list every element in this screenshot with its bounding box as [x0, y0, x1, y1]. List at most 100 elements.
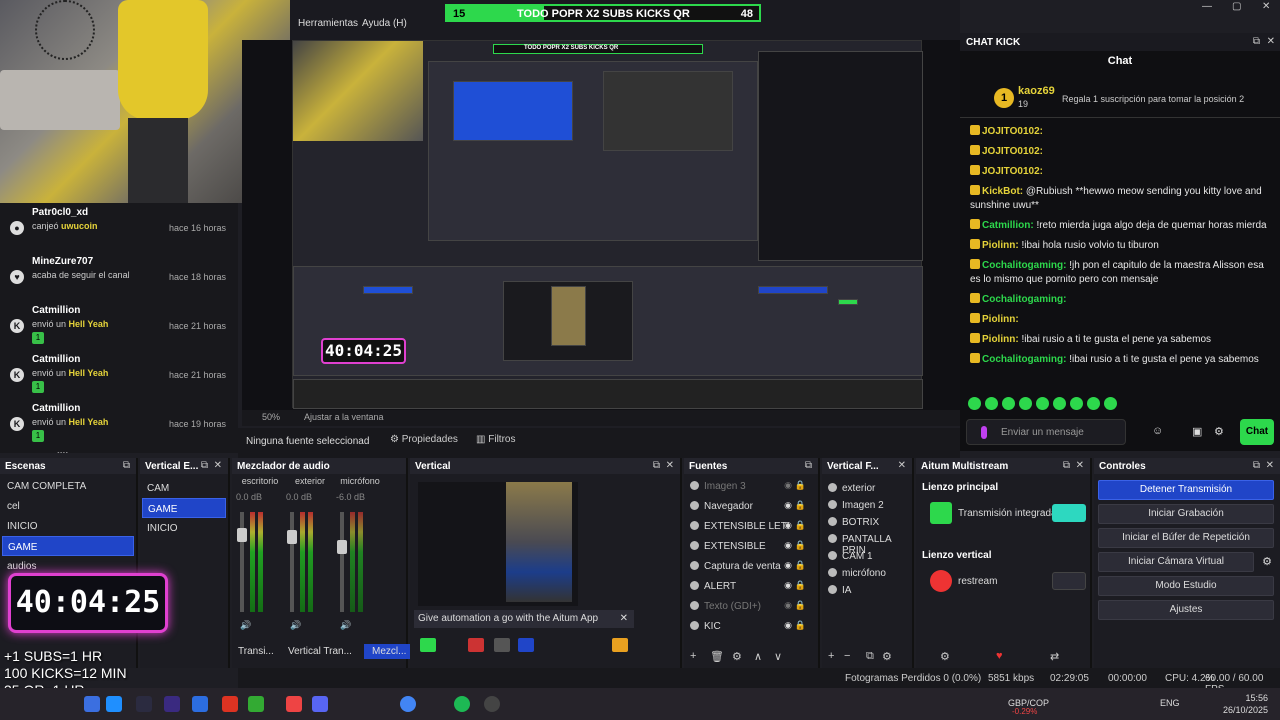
source-item[interactable]: Texto (GDI+) ◉ 🔒	[684, 596, 818, 616]
chat-username[interactable]: KickBot:	[982, 186, 1023, 197]
chat-username[interactable]: Piolinn:	[982, 240, 1019, 251]
chat-username[interactable]: JOJITO0102:	[982, 146, 1043, 157]
control-button[interactable]: Detener Transmisión	[1098, 480, 1274, 500]
source-item[interactable]: Imagen 3 ◉ 🔒	[684, 476, 818, 496]
chat-send-button[interactable]: Chat	[1240, 419, 1274, 445]
dock-tab[interactable]: Vertical Tran...	[288, 646, 352, 657]
close-icon[interactable]: ✕	[666, 460, 674, 471]
eye-icon[interactable]: ◉	[784, 540, 792, 551]
lock-icon[interactable]: 🔒	[795, 520, 806, 531]
source-item[interactable]: Navegador ◉ 🔒	[684, 496, 818, 516]
chat-username[interactable]: JOJITO0102:	[982, 166, 1043, 177]
chat-username[interactable]: Piolinn:	[982, 314, 1019, 325]
output-toggle[interactable]	[1052, 504, 1086, 522]
vertical-canvas[interactable]	[418, 482, 578, 606]
eye-icon[interactable]: ◉	[784, 580, 792, 591]
vertical-scene-item[interactable]: CAM	[142, 478, 226, 498]
eye-icon[interactable]: ◉	[784, 560, 792, 571]
control-button[interactable]: Modo Estudio	[1098, 576, 1274, 596]
volume-fader[interactable]	[240, 512, 244, 612]
minimize-icon[interactable]: —	[1202, 1, 1212, 12]
app-icon[interactable]	[222, 696, 238, 712]
chat-username[interactable]: Piolinn:	[982, 334, 1019, 345]
control-button[interactable]: Ajustes	[1098, 600, 1274, 620]
dock-tab[interactable]: Mezcl...	[364, 644, 415, 659]
language[interactable]: ENG	[1160, 698, 1180, 708]
menu-herramientas[interactable]: Herramientas	[298, 18, 358, 29]
lock-icon[interactable]: 🔒	[795, 540, 806, 551]
vertical-scene-item[interactable]: INICIO	[142, 518, 226, 538]
scene-item[interactable]: cel	[2, 496, 134, 516]
program-preview[interactable]: TODO POPR X2 SUBS KICKS QR 40:04:25	[242, 40, 960, 410]
app-icon[interactable]	[312, 696, 328, 712]
settings-icon[interactable]: ⚙	[1262, 555, 1272, 568]
share-icon[interactable]: ⇄	[1050, 650, 1059, 663]
properties-button[interactable]: ⚙ Propiedades	[390, 434, 458, 445]
speaker-icon[interactable]: 🔊	[340, 620, 351, 631]
eye-icon[interactable]: ◉	[784, 620, 792, 631]
control-button[interactable]: Iniciar el Búfer de Repetición	[1098, 528, 1274, 548]
settings-icon[interactable]: ⚙	[940, 650, 950, 663]
source-item[interactable]: EXTENSIBLE ◉ 🔒	[684, 536, 818, 556]
close-icon[interactable]: ✕	[1076, 460, 1084, 471]
menu-ayuda[interactable]: Ayuda (H)	[362, 18, 407, 29]
lock-icon[interactable]: 🔒	[795, 580, 806, 591]
close-icon[interactable]: ✕	[1262, 1, 1270, 12]
undock-icon[interactable]: ⧉	[123, 460, 130, 471]
gift-icon[interactable]: ▣	[1192, 425, 1202, 438]
maximize-icon[interactable]: ▢	[1232, 1, 1241, 12]
vertical-scene-item[interactable]: GAME	[142, 498, 226, 518]
chat-input[interactable]: Enviar un mensaje	[966, 419, 1126, 445]
speaker-icon[interactable]: 🔊	[240, 620, 251, 631]
app-icon[interactable]	[106, 696, 122, 712]
chat-username[interactable]: Cochalitogaming:	[982, 294, 1066, 305]
eye-icon[interactable]: ◉	[784, 520, 792, 531]
chrome-icon[interactable]	[400, 696, 416, 712]
source-item[interactable]: KIC ◉ 🔒	[684, 616, 818, 636]
scene-item[interactable]: INICIO	[2, 516, 134, 536]
source-item[interactable]: ALERT ◉ 🔒	[684, 576, 818, 596]
fader-knob[interactable]	[337, 540, 347, 554]
speaker-icon[interactable]: 🔊	[290, 620, 301, 631]
control-button[interactable]: Iniciar Cámara Virtual	[1098, 552, 1254, 572]
app-icon[interactable]	[136, 696, 152, 712]
dock-tab[interactable]: Transi...	[238, 646, 274, 657]
lock-icon[interactable]: 🔒	[795, 560, 806, 571]
chat-username[interactable]: Cochalitogaming:	[982, 354, 1066, 365]
eye-icon[interactable]: ◉	[784, 500, 792, 511]
close-icon[interactable]: ✕	[898, 460, 906, 471]
close-icon[interactable]: ✕	[620, 613, 628, 624]
chat-username[interactable]: Catmillion:	[982, 220, 1034, 231]
control-button[interactable]: Iniciar Grabación	[1098, 504, 1274, 524]
app-icon[interactable]	[248, 696, 264, 712]
app-icon[interactable]	[192, 696, 208, 712]
zoom-fit[interactable]: Ajustar a la ventana	[304, 412, 384, 422]
close-icon[interactable]: ✕	[1267, 36, 1275, 47]
lock-icon[interactable]: 🔒	[795, 620, 806, 631]
obs-icon[interactable]	[484, 696, 500, 712]
fader-knob[interactable]	[237, 528, 247, 542]
scene-item[interactable]: CAM COMPLETA	[2, 476, 134, 496]
settings-icon[interactable]: ⚙	[1214, 425, 1224, 438]
filters-button[interactable]: ▥ Filtros	[476, 434, 515, 445]
chat-username[interactable]: JOJITO0102:	[982, 126, 1043, 137]
emote-icon[interactable]: ☺	[1152, 425, 1163, 437]
volume-fader[interactable]	[340, 512, 344, 612]
undock-icon[interactable]: ⧉	[1253, 36, 1260, 47]
app-icon[interactable]	[84, 696, 100, 712]
output-toggle[interactable]	[1052, 572, 1086, 590]
source-item[interactable]: Captura de venta ◉ 🔒	[684, 556, 818, 576]
chat-username[interactable]: Cochalitogaming:	[982, 260, 1066, 271]
eye-icon[interactable]: ◉	[784, 600, 792, 611]
lock-icon[interactable]: 🔒	[795, 480, 806, 491]
eye-icon[interactable]: ◉	[784, 480, 792, 491]
close-icon[interactable]: ✕	[214, 460, 222, 471]
source-item[interactable]: EXTENSIBLE LETI ◉ 🔒	[684, 516, 818, 536]
fader-knob[interactable]	[287, 530, 297, 544]
vertical-source-item[interactable]: IA	[822, 580, 912, 600]
app-icon[interactable]	[164, 696, 180, 712]
spotify-icon[interactable]	[454, 696, 470, 712]
lock-icon[interactable]: 🔒	[795, 500, 806, 511]
heart-icon[interactable]: ♥	[996, 650, 1003, 662]
app-icon[interactable]	[286, 696, 302, 712]
